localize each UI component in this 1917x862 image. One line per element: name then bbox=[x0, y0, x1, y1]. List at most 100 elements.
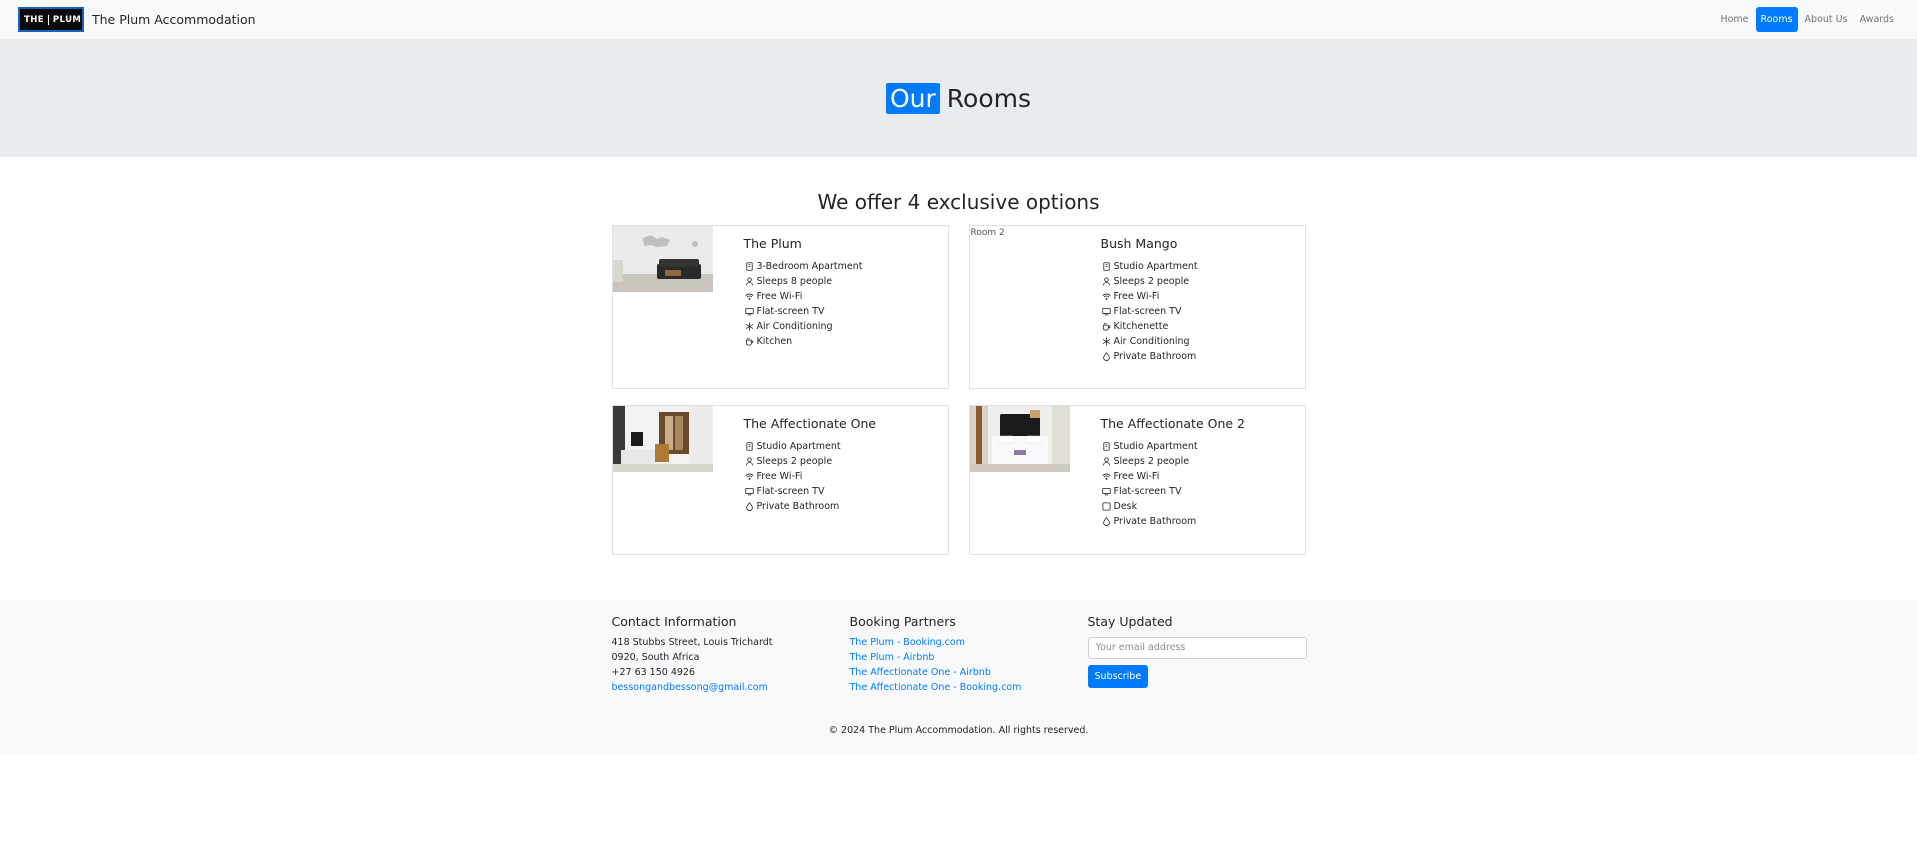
room-feature-label: Desk bbox=[1113, 501, 1138, 512]
room-feature: Private Bathroom bbox=[1101, 349, 1305, 364]
room-feature-label: Flat-screen TV bbox=[756, 306, 825, 317]
room-feature-label: Flat-screen TV bbox=[1113, 486, 1182, 497]
room-feature: Desk bbox=[1101, 499, 1305, 514]
room-feature: Sleeps 8 people bbox=[744, 274, 948, 289]
room-card-the-plum: The Plum 3-Bedroom Apartment Sleeps 8 peop… bbox=[611, 225, 949, 389]
contact-info: Contact Information 418 Stubbs Street, L… bbox=[612, 614, 850, 695]
navbar: THE PLUM The Plum Accommodation Home Roo… bbox=[0, 0, 1917, 40]
room-feature-label: Private Bathroom bbox=[1113, 516, 1197, 527]
person-icon bbox=[744, 456, 755, 467]
room-card-body: The Affectionate One 2 Studio Apartment Sl… bbox=[1070, 406, 1305, 554]
room-feature: Private Bathroom bbox=[744, 499, 948, 514]
room-feature-label: 3-Bedroom Apartment bbox=[756, 261, 863, 272]
room-feature-label: Kitchenette bbox=[1113, 321, 1169, 332]
room-feature-label: Sleeps 2 people bbox=[1113, 276, 1190, 287]
logo[interactable]: THE PLUM bbox=[18, 7, 84, 32]
wifi-icon bbox=[744, 471, 755, 482]
room-feature: Sleeps 2 people bbox=[1101, 274, 1305, 289]
room-feature: Studio Apartment bbox=[1101, 259, 1305, 274]
room-feature: Air Conditioning bbox=[1101, 334, 1305, 349]
room-feature-label: Free Wi-Fi bbox=[1113, 291, 1160, 302]
cup-icon bbox=[1101, 321, 1112, 332]
room-image bbox=[612, 226, 713, 292]
room-feature-label: Free Wi-Fi bbox=[756, 291, 803, 302]
partner-link-plum-booking[interactable]: The Plum - Booking.com bbox=[850, 635, 1088, 650]
person-icon bbox=[744, 276, 755, 287]
room-feature: Private Bathroom bbox=[1101, 514, 1305, 529]
address-line-2: 0920, South Africa bbox=[611, 652, 700, 663]
room-card-body: The Plum 3-Bedroom Apartment Sleeps 8 peop… bbox=[713, 226, 948, 388]
page-title-rest: Rooms bbox=[946, 84, 1032, 113]
droplet-icon bbox=[744, 501, 755, 512]
snowflake-icon bbox=[744, 321, 755, 332]
building-icon bbox=[744, 261, 755, 272]
droplet-icon bbox=[1101, 351, 1112, 362]
phone-number: +27 63 150 4926 bbox=[611, 667, 696, 678]
booking-partners-title: Booking Partners bbox=[849, 614, 956, 629]
room-feature: Flat-screen TV bbox=[744, 484, 948, 499]
room-feature: Free Wi-Fi bbox=[1101, 469, 1305, 484]
partner-link-affectionate-airbnb[interactable]: The Affectionate One - Airbnb bbox=[850, 665, 1088, 680]
room-feature: 3-Bedroom Apartment bbox=[744, 259, 948, 274]
room-feature: Sleeps 2 people bbox=[1101, 454, 1305, 469]
room-feature-label: Studio Apartment bbox=[1113, 441, 1198, 452]
page-title: Our Rooms bbox=[885, 83, 1032, 114]
newsletter-title: Stay Updated bbox=[1087, 614, 1173, 629]
room-feature: Flat-screen TV bbox=[1101, 304, 1305, 319]
building-icon bbox=[1101, 261, 1112, 272]
room-card-body: Bush Mango Studio Apartment Sleeps 2 peopl… bbox=[1070, 226, 1305, 388]
nav-link-awards[interactable]: Awards bbox=[1855, 7, 1899, 32]
room-feature: Flat-screen TV bbox=[744, 304, 948, 319]
room-feature: Free Wi-Fi bbox=[744, 469, 948, 484]
room-feature-label: Sleeps 8 people bbox=[756, 276, 833, 287]
wifi-icon bbox=[1101, 291, 1112, 302]
main-nav: Home Rooms About Us Awards bbox=[1715, 7, 1899, 32]
brand[interactable]: THE PLUM The Plum Accommodation bbox=[18, 7, 256, 32]
wifi-icon bbox=[1101, 471, 1112, 482]
cup-icon bbox=[744, 336, 755, 347]
contact-title: Contact Information bbox=[611, 614, 737, 629]
square-icon bbox=[1101, 501, 1112, 512]
tv-icon bbox=[1101, 306, 1112, 317]
room-feature-label: Free Wi-Fi bbox=[1113, 471, 1160, 482]
address-line-1: 418 Stubbs Street, Louis Trichardt bbox=[611, 637, 773, 648]
room-feature-label: Kitchen bbox=[756, 336, 793, 347]
room-feature-label: Sleeps 2 people bbox=[1113, 456, 1190, 467]
room-title: The Affectionate One bbox=[743, 416, 877, 431]
room-card-body: The Affectionate One Studio Apartment Slee… bbox=[713, 406, 948, 554]
building-icon bbox=[1101, 441, 1112, 452]
room-feature-label: Flat-screen TV bbox=[1113, 306, 1182, 317]
partner-link-affectionate-booking[interactable]: The Affectionate One - Booking.com bbox=[850, 680, 1088, 695]
room-feature-label: Sleeps 2 people bbox=[756, 456, 833, 467]
room-title: Bush Mango bbox=[1100, 236, 1178, 251]
logo-the: THE bbox=[24, 14, 44, 25]
tv-icon bbox=[1101, 486, 1112, 497]
room-image bbox=[612, 406, 713, 472]
nav-link-home[interactable]: Home bbox=[1715, 7, 1753, 32]
room-card-bush-mango: Room 2 Bush Mango Studio Apartment Sleeps 2… bbox=[968, 225, 1306, 389]
room-feature: Free Wi-Fi bbox=[744, 289, 948, 304]
room-title: The Plum bbox=[743, 236, 802, 251]
room-feature: Studio Apartment bbox=[744, 439, 948, 454]
newsletter-email-input[interactable] bbox=[1087, 636, 1307, 659]
nav-link-about-us[interactable]: About Us bbox=[1800, 7, 1853, 32]
droplet-icon bbox=[1101, 516, 1112, 527]
room-image: Room 2 bbox=[970, 228, 1005, 238]
room-feature-label: Private Bathroom bbox=[756, 501, 840, 512]
brand-name[interactable]: The Plum Accommodation bbox=[92, 12, 256, 27]
email-link[interactable]: bessongandbessong@gmail.com bbox=[612, 680, 850, 695]
newsletter: Stay Updated Subscribe bbox=[1087, 614, 1307, 695]
subscribe-button[interactable]: Subscribe bbox=[1087, 664, 1149, 688]
partner-link-plum-airbnb[interactable]: The Plum - Airbnb bbox=[850, 650, 1088, 665]
snowflake-icon bbox=[1101, 336, 1112, 347]
room-feature-label: Air Conditioning bbox=[756, 321, 833, 332]
wifi-icon bbox=[744, 291, 755, 302]
booking-partners: Booking Partners The Plum - Booking.com … bbox=[850, 614, 1088, 695]
room-image bbox=[969, 406, 1070, 472]
room-feature-label: Studio Apartment bbox=[1113, 261, 1198, 272]
footer: Contact Information 418 Stubbs Street, L… bbox=[0, 600, 1917, 754]
room-feature-label: Studio Apartment bbox=[756, 441, 841, 452]
person-icon bbox=[1101, 276, 1112, 287]
room-feature-label: Free Wi-Fi bbox=[756, 471, 803, 482]
nav-link-rooms[interactable]: Rooms bbox=[1755, 7, 1798, 32]
